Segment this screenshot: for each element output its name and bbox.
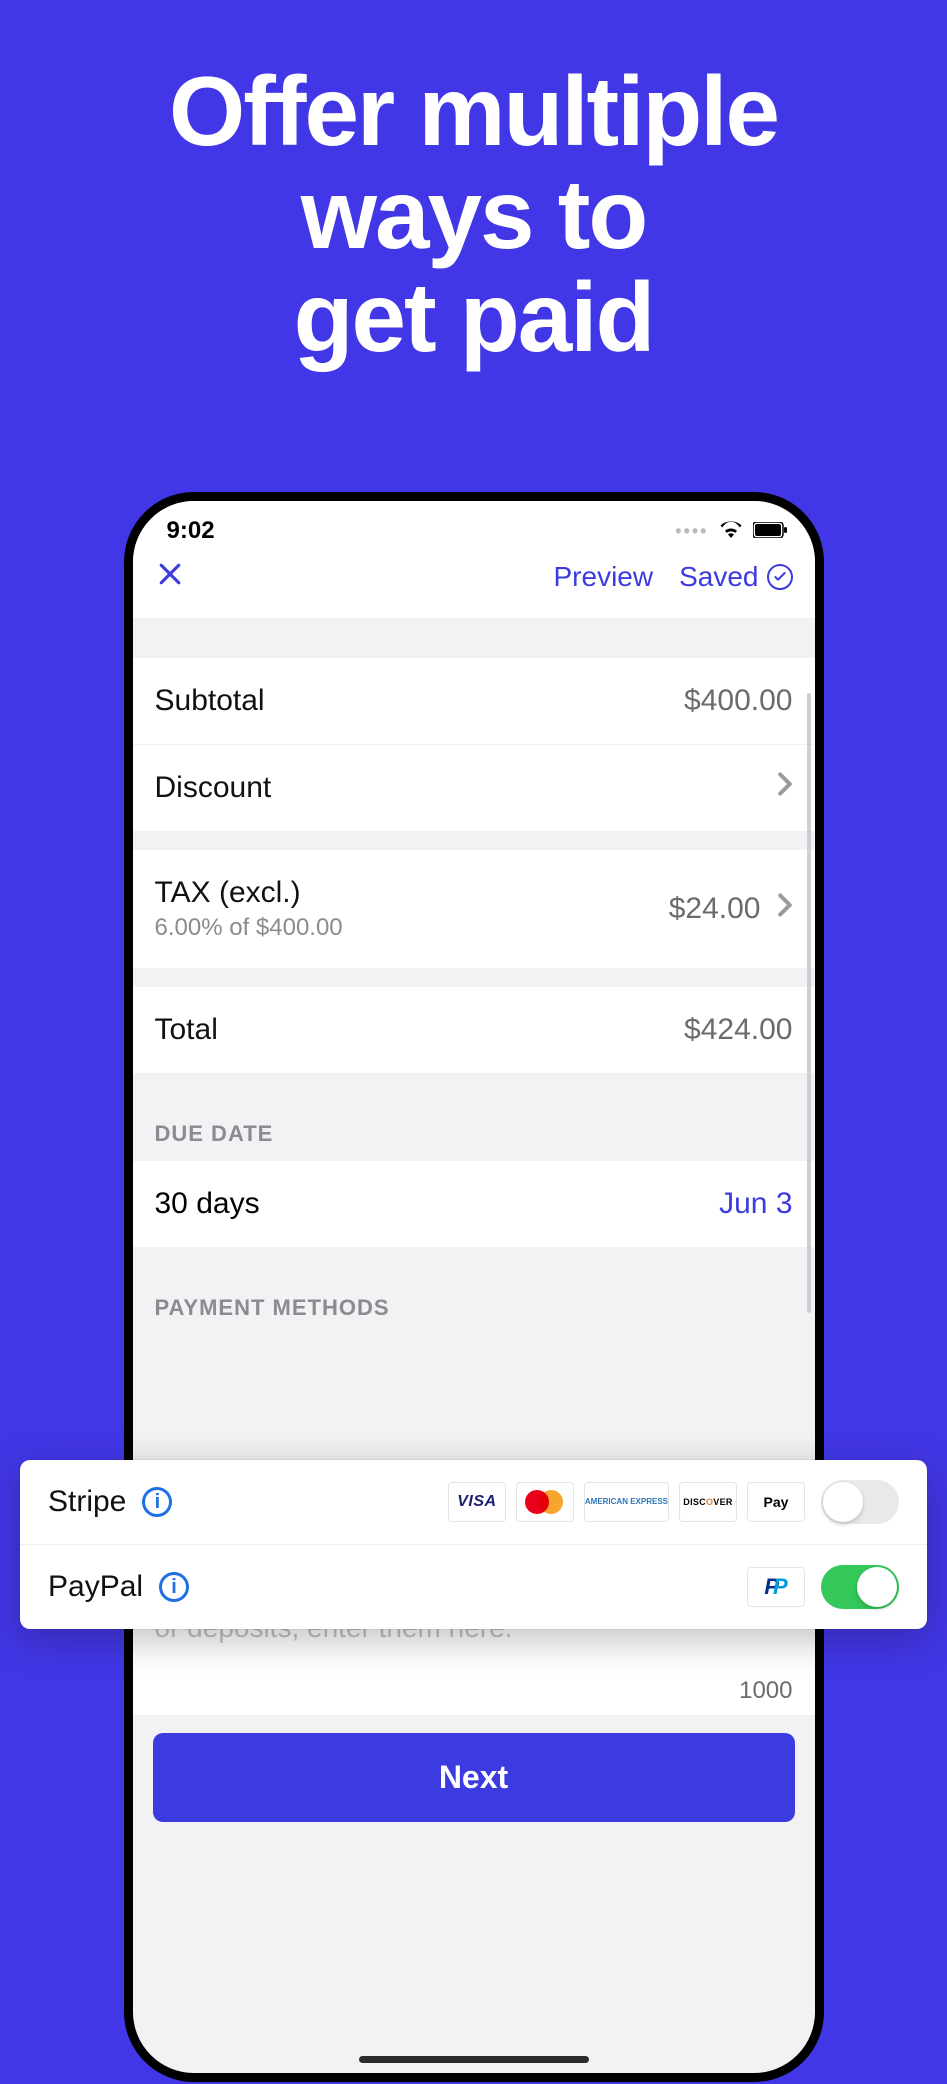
chevron-right-icon <box>777 771 793 805</box>
stripe-row: Stripe i VISA AMERICAN EXPRESS DISCOVER … <box>20 1460 927 1545</box>
close-icon <box>155 559 185 589</box>
marketing-headline: Offer multiple ways to get paid <box>0 0 947 369</box>
mastercard-icon <box>516 1482 574 1522</box>
due-date-term: 30 days <box>155 1187 260 1221</box>
total-value: $424.00 <box>684 1013 792 1047</box>
card-brands: VISA AMERICAN EXPRESS DISCOVER Pay <box>448 1482 805 1522</box>
paypal-label: PayPal <box>48 1570 143 1604</box>
total-row: Total $424.00 <box>133 987 815 1073</box>
total-label: Total <box>155 1013 218 1047</box>
preview-button[interactable]: Preview <box>554 561 654 593</box>
payment-methods-header: PAYMENT METHODS <box>133 1247 815 1335</box>
tax-sublabel: 6.00% of $400.00 <box>155 914 343 942</box>
subtotal-label: Subtotal <box>155 684 265 718</box>
scroll-indicator[interactable] <box>807 693 811 1313</box>
phone-frame: 9:02 •••• Preview Saved Subtotal <box>124 492 824 2082</box>
chevron-right-icon <box>777 892 793 926</box>
headline-line-1: Offer multiple <box>0 60 947 163</box>
stripe-label: Stripe <box>48 1485 126 1519</box>
info-icon[interactable]: i <box>142 1487 172 1517</box>
due-date-header: DUE DATE <box>133 1073 815 1161</box>
subtotal-row: Subtotal $400.00 <box>133 658 815 745</box>
stripe-toggle[interactable] <box>821 1480 899 1524</box>
discover-icon: DISCOVER <box>679 1482 737 1522</box>
apple-pay-icon: Pay <box>747 1482 805 1522</box>
status-time: 9:02 <box>167 517 215 545</box>
amex-icon: AMERICAN EXPRESS <box>584 1482 669 1522</box>
tax-label: TAX (excl.) <box>155 876 343 910</box>
info-icon[interactable]: i <box>159 1572 189 1602</box>
home-indicator[interactable] <box>359 2056 589 2063</box>
signal-dots-icon: •••• <box>675 521 708 542</box>
headline-line-3: get paid <box>0 266 947 369</box>
discount-row[interactable]: Discount <box>133 745 815 832</box>
saved-indicator[interactable]: Saved <box>679 561 792 593</box>
char-count: 1000 <box>155 1665 793 1705</box>
battery-icon <box>753 517 787 545</box>
saved-label: Saved <box>679 561 758 593</box>
visa-icon: VISA <box>448 1482 506 1522</box>
due-date-row[interactable]: 30 days Jun 3 <box>133 1161 815 1247</box>
paypal-row: PayPal i PP <box>20 1545 927 1629</box>
tax-row[interactable]: TAX (excl.) 6.00% of $400.00 $24.00 <box>133 850 815 969</box>
headline-line-2: ways to <box>0 163 947 266</box>
next-button[interactable]: Next <box>153 1733 795 1822</box>
status-indicators: •••• <box>675 517 786 545</box>
subtotal-value: $400.00 <box>684 684 792 718</box>
tax-value: $24.00 <box>669 892 761 926</box>
discount-label: Discount <box>155 771 272 805</box>
paypal-icon: PP <box>747 1567 805 1607</box>
nav-bar: Preview Saved <box>133 539 815 618</box>
due-date-value: Jun 3 <box>719 1187 792 1221</box>
check-circle-icon <box>767 564 793 590</box>
wifi-icon <box>719 517 743 545</box>
status-bar: 9:02 •••• <box>133 501 815 539</box>
close-button[interactable] <box>155 559 185 594</box>
payment-methods-card: Stripe i VISA AMERICAN EXPRESS DISCOVER … <box>20 1460 927 1629</box>
paypal-toggle[interactable] <box>821 1565 899 1609</box>
